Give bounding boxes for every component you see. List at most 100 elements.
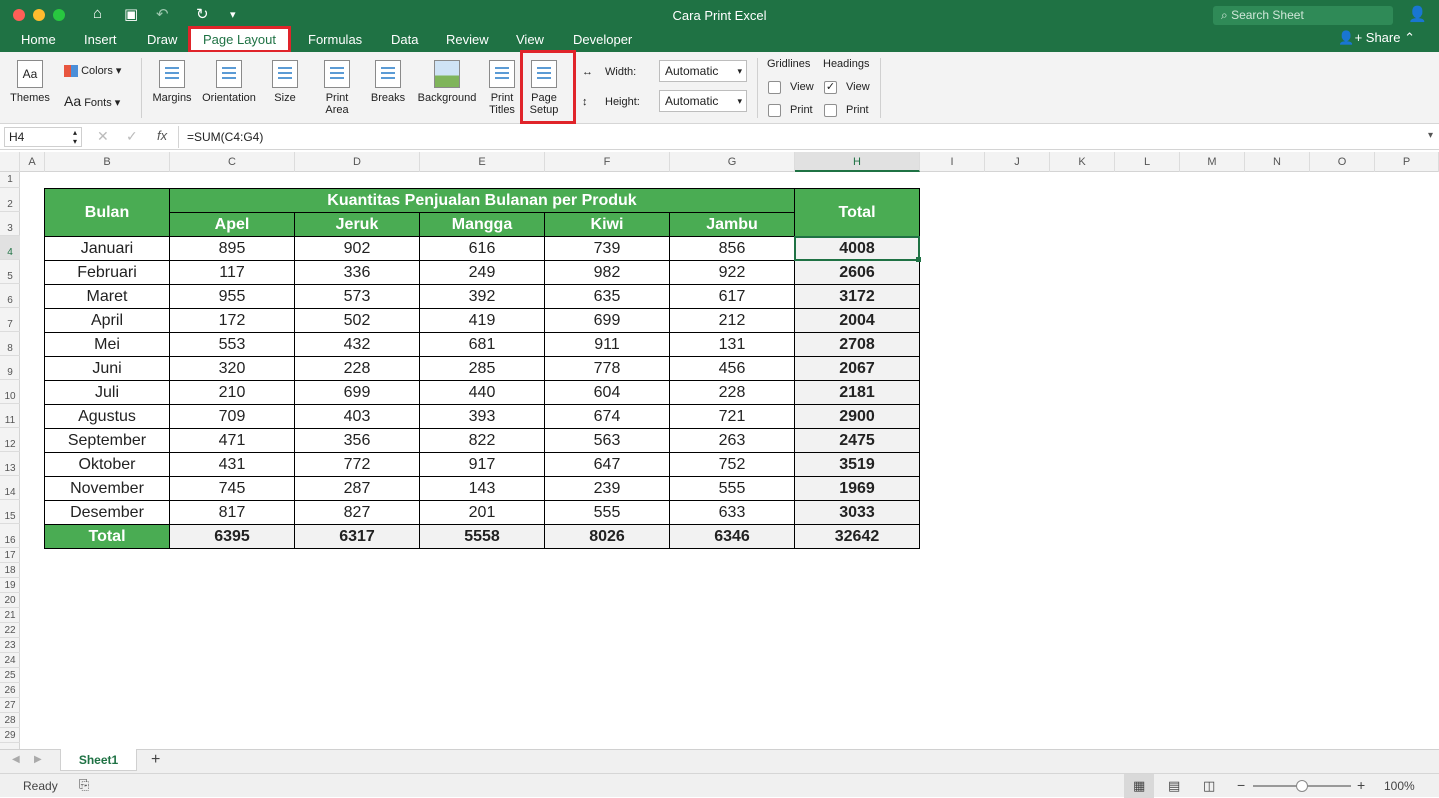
width-select[interactable]: Automatic ▾ bbox=[659, 60, 747, 82]
table-cell[interactable]: 117 bbox=[169, 260, 295, 285]
total-row-cell[interactable]: 32642 bbox=[794, 524, 920, 549]
month-cell[interactable]: Mei bbox=[44, 332, 170, 357]
gridlines-print-checkbox[interactable] bbox=[768, 104, 781, 117]
column-header[interactable]: J bbox=[985, 152, 1050, 172]
print-area-button[interactable]: Print Area bbox=[316, 60, 358, 116]
row-header[interactable]: 7 bbox=[0, 308, 20, 332]
header-bulan[interactable]: Bulan bbox=[44, 188, 170, 237]
row-header[interactable]: 5 bbox=[0, 260, 20, 284]
gridlines-view-checkbox[interactable] bbox=[768, 81, 781, 94]
page-break-view-icon[interactable]: ◫ bbox=[1203, 778, 1215, 794]
table-cell[interactable]: 419 bbox=[419, 308, 545, 333]
row-header[interactable]: 17 bbox=[0, 548, 20, 563]
enter-icon[interactable]: ✓ bbox=[126, 128, 138, 145]
headings-view-checkbox[interactable]: ✓ bbox=[824, 81, 837, 94]
table-cell[interactable]: 817 bbox=[169, 500, 295, 525]
row-header[interactable]: 23 bbox=[0, 638, 20, 653]
month-cell[interactable]: Agustus bbox=[44, 404, 170, 429]
column-header[interactable]: B bbox=[45, 152, 170, 172]
total-row-cell[interactable]: 6346 bbox=[669, 524, 795, 549]
row-header[interactable]: 24 bbox=[0, 653, 20, 668]
month-cell[interactable]: Oktober bbox=[44, 452, 170, 477]
total-row-cell[interactable]: Total bbox=[44, 524, 170, 549]
table-cell[interactable]: 563 bbox=[544, 428, 670, 453]
month-cell[interactable]: Maret bbox=[44, 284, 170, 309]
table-cell[interactable]: 228 bbox=[294, 356, 420, 381]
add-sheet-button[interactable]: + bbox=[151, 751, 160, 769]
themes-button[interactable]: Aa Themes bbox=[8, 60, 52, 104]
table-cell[interactable]: 239 bbox=[544, 476, 670, 501]
column-header[interactable]: N bbox=[1245, 152, 1310, 172]
row-header[interactable]: 13 bbox=[0, 452, 20, 476]
column-header[interactable]: D bbox=[295, 152, 420, 172]
user-icon[interactable]: 👤 bbox=[1408, 5, 1427, 23]
table-cell[interactable]: 212 bbox=[669, 308, 795, 333]
row-header-selected[interactable]: 4 bbox=[0, 236, 20, 260]
table-cell[interactable]: 131 bbox=[669, 332, 795, 357]
row-header[interactable]: 16 bbox=[0, 524, 20, 548]
table-cell[interactable]: 681 bbox=[419, 332, 545, 357]
month-cell[interactable]: Januari bbox=[44, 236, 170, 261]
table-cell[interactable]: 2067 bbox=[794, 356, 920, 381]
table-cell[interactable]: 228 bbox=[669, 380, 795, 405]
sheet-tab-sheet1[interactable]: Sheet1 bbox=[60, 749, 137, 771]
table-cell[interactable]: 356 bbox=[294, 428, 420, 453]
tab-review[interactable]: Review bbox=[446, 32, 489, 47]
row-header[interactable]: 22 bbox=[0, 623, 20, 638]
page-layout-view-icon[interactable]: ▤ bbox=[1168, 778, 1180, 794]
table-cell[interactable]: 320 bbox=[169, 356, 295, 381]
tab-insert[interactable]: Insert bbox=[84, 32, 117, 47]
macro-record-icon[interactable]: ⎘ bbox=[79, 777, 89, 793]
tab-developer[interactable]: Developer bbox=[573, 32, 632, 47]
table-cell[interactable]: 739 bbox=[544, 236, 670, 261]
column-header[interactable]: P bbox=[1375, 152, 1439, 172]
column-header[interactable]: G bbox=[670, 152, 795, 172]
table-cell[interactable]: 3033 bbox=[794, 500, 920, 525]
table-cell[interactable]: 201 bbox=[419, 500, 545, 525]
row-header[interactable]: 28 bbox=[0, 713, 20, 728]
row-header[interactable]: 8 bbox=[0, 332, 20, 356]
search-sheet-input[interactable]: ⌕ Search Sheet bbox=[1213, 6, 1393, 25]
row-header[interactable]: 2 bbox=[0, 188, 20, 212]
header-product[interactable]: Apel bbox=[169, 212, 295, 237]
table-cell[interactable]: 432 bbox=[294, 332, 420, 357]
height-select[interactable]: Automatic ▾ bbox=[659, 90, 747, 112]
print-titles-button[interactable]: Print Titles bbox=[484, 60, 520, 116]
column-header[interactable]: F bbox=[545, 152, 670, 172]
row-header[interactable]: 9 bbox=[0, 356, 20, 380]
table-cell[interactable]: 553 bbox=[169, 332, 295, 357]
column-header[interactable]: O bbox=[1310, 152, 1375, 172]
column-header[interactable]: I bbox=[920, 152, 985, 172]
table-cell[interactable]: 922 bbox=[669, 260, 795, 285]
prev-sheet-icon[interactable]: ◀ bbox=[12, 754, 20, 765]
header-total[interactable]: Total bbox=[794, 188, 920, 237]
row-header[interactable]: 11 bbox=[0, 404, 20, 428]
table-cell[interactable]: 647 bbox=[544, 452, 670, 477]
table-cell[interactable]: 633 bbox=[669, 500, 795, 525]
table-cell[interactable]: 573 bbox=[294, 284, 420, 309]
total-row-cell[interactable]: 8026 bbox=[544, 524, 670, 549]
tab-formulas[interactable]: Formulas bbox=[308, 32, 362, 47]
colors-button[interactable]: Colors ▾ bbox=[64, 65, 134, 78]
background-button[interactable]: Background bbox=[415, 60, 479, 104]
row-header[interactable]: 26 bbox=[0, 683, 20, 698]
table-cell[interactable]: 210 bbox=[169, 380, 295, 405]
tab-home[interactable]: Home bbox=[21, 32, 56, 47]
table-cell[interactable]: 172 bbox=[169, 308, 295, 333]
row-header[interactable]: 10 bbox=[0, 380, 20, 404]
row-header[interactable]: 29 bbox=[0, 728, 20, 743]
table-cell[interactable]: 955 bbox=[169, 284, 295, 309]
table-cell[interactable]: 3519 bbox=[794, 452, 920, 477]
header-product[interactable]: Mangga bbox=[419, 212, 545, 237]
cancel-icon[interactable]: ✕ bbox=[97, 128, 109, 145]
table-cell[interactable]: 745 bbox=[169, 476, 295, 501]
table-cell[interactable]: 2181 bbox=[794, 380, 920, 405]
month-cell[interactable]: September bbox=[44, 428, 170, 453]
table-cell[interactable]: 616 bbox=[419, 236, 545, 261]
row-header[interactable]: 19 bbox=[0, 578, 20, 593]
table-cell[interactable]: 336 bbox=[294, 260, 420, 285]
table-cell[interactable]: 2004 bbox=[794, 308, 920, 333]
table-cell[interactable]: 2900 bbox=[794, 404, 920, 429]
row-header[interactable]: 14 bbox=[0, 476, 20, 500]
expand-formula-icon[interactable]: ▾ bbox=[1428, 130, 1433, 141]
